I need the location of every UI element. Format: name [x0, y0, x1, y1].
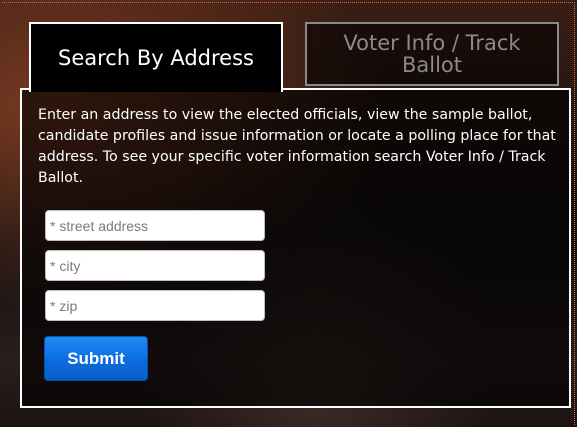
tab-search-by-address-label: Search By Address: [58, 46, 254, 70]
zip-input[interactable]: [45, 290, 265, 321]
search-panel: Enter an address to view the elected off…: [20, 88, 571, 408]
tab-voter-info-label: Voter Info / Track Ballot: [343, 31, 521, 77]
street-address-input[interactable]: [45, 210, 265, 241]
submit-button[interactable]: Submit: [44, 336, 148, 381]
tab-voter-info-track-ballot[interactable]: Voter Info / Track Ballot: [305, 22, 559, 86]
instructions-text: Enter an address to view the elected off…: [38, 107, 556, 186]
tab-search-by-address[interactable]: Search By Address: [29, 22, 283, 92]
city-input[interactable]: [45, 250, 265, 281]
